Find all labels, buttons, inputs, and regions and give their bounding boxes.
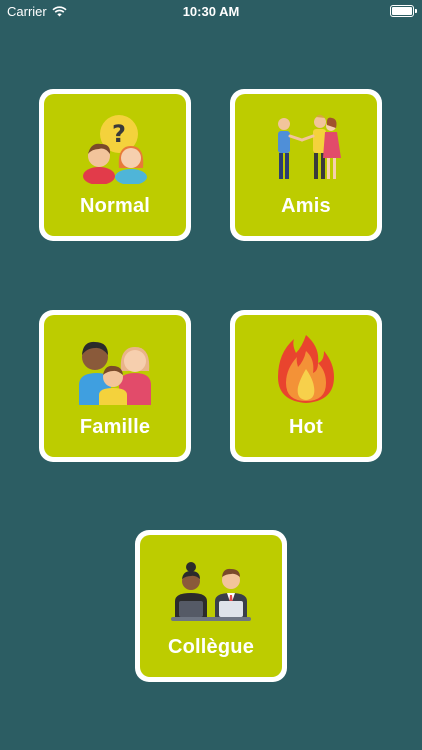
category-label: Famille [79,416,151,438]
battery-icon [390,5,417,17]
category-label: Collègue [167,636,255,658]
category-card-amis[interactable]: Amis [230,89,382,241]
friends-icon [278,114,341,179]
category-label: Amis [281,195,331,217]
status-time: 10:30 AM [182,4,240,19]
category-card-famille[interactable]: Famille [39,310,191,462]
colleagues-icon [171,562,251,621]
status-bar: Carrier 10:30 AM [0,0,422,22]
category-label: Hot [289,416,323,438]
question-people-icon: ? [83,115,147,184]
category-card-normal[interactable]: ? Normal [39,89,191,241]
fire-icon [278,335,334,403]
svg-text:?: ? [112,120,126,148]
category-card-hot[interactable]: Hot [230,310,382,462]
category-label: Normal [79,195,151,217]
family-icon [79,341,151,405]
category-card-collegue[interactable]: Collègue [135,530,287,682]
